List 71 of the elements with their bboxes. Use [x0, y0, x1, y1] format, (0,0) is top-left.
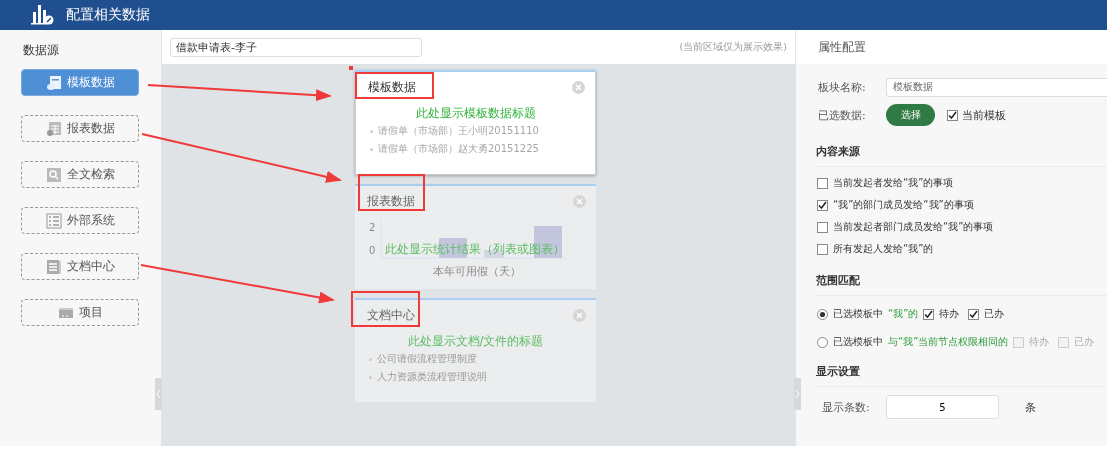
radio-label: 已选模板中	[833, 307, 883, 321]
radio-button[interactable]	[817, 308, 828, 320]
block-name-field[interactable]: 模板数据	[886, 77, 1107, 97]
bullet-icon	[369, 357, 372, 361]
scope-highlight: “我”的	[888, 307, 919, 321]
checkbox[interactable]	[817, 199, 828, 211]
checkbox[interactable]	[968, 308, 980, 320]
table-icon	[45, 120, 62, 137]
app-title: 配置相关数据	[66, 6, 150, 24]
source-button[interactable]: 文档中心	[21, 253, 139, 280]
field-label: 已选数据:	[818, 107, 867, 123]
section-heading: 范围匹配	[816, 273, 1107, 296]
database-icon	[45, 74, 62, 91]
preview-note: (当前区域仅为展示效果)	[679, 40, 787, 54]
field-label: 显示条数:	[821, 399, 871, 415]
axis-tick: 2	[369, 222, 376, 233]
radio-label: 已选模板中	[833, 335, 883, 349]
bullet-icon	[370, 129, 373, 133]
checkbox-label: 已办	[1074, 335, 1095, 349]
select-button[interactable]: 选择	[886, 104, 935, 126]
search-icon	[45, 166, 62, 183]
document-icon	[45, 258, 62, 275]
form-name-field[interactable]: 借款申请表-李子	[170, 37, 422, 57]
collapse-handle[interactable]	[794, 378, 801, 410]
checkbox[interactable]	[817, 243, 828, 255]
checkbox[interactable]	[947, 109, 958, 121]
panel-title: 属性配置	[796, 30, 1107, 64]
checkbox-label: 待办	[939, 307, 960, 321]
list-item: 公司请假流程管理制度	[377, 352, 477, 366]
axis-tick: 0	[369, 245, 376, 256]
checkbox[interactable]	[923, 308, 935, 320]
section-heading: 显示设置	[816, 364, 1107, 387]
list-item: 人力资源类流程管理说明	[377, 370, 487, 384]
placeholder-hint: 此处显示模板数据标题	[414, 106, 537, 121]
bullet-icon	[370, 147, 373, 151]
checkbox-label: 当前发起者发给“我”的事项	[833, 176, 954, 190]
card-title: 文档中心	[367, 307, 415, 324]
list-icon	[45, 212, 62, 229]
section-heading: 内容来源	[816, 144, 1107, 167]
count-field[interactable]: 5	[886, 395, 999, 419]
chart-caption: 本年可用假（天）	[431, 264, 522, 279]
section-title: 数据源	[23, 42, 60, 59]
preview-card[interactable]: 文档中心 此处显示文档/文件的标题 公司请假流程管理制度 人力资源类流程管理说明	[355, 298, 596, 402]
source-button[interactable]: 外部系统	[21, 207, 139, 234]
source-button[interactable]: 全文检索	[21, 161, 139, 188]
preview-card[interactable]: 模板数据 此处显示模板数据标题 请假单（市场部）王小明20151110 请假单（市场部）赵大勇20151225	[355, 70, 596, 175]
chart-logo-icon	[30, 4, 54, 26]
placeholder-hint: 此处显示文档/文件的标题	[406, 334, 545, 349]
list-item: 请假单（市场部）赵大勇20151225	[378, 142, 539, 156]
scope-highlight: 与“我”当前节点权限相同的	[888, 335, 1009, 349]
card-title: 报表数据	[367, 193, 415, 210]
source-button[interactable]: 项目	[21, 299, 139, 326]
field-label: 板块名称:	[818, 79, 867, 95]
source-button[interactable]: 报表数据	[21, 115, 139, 142]
checkbox-label: “我”的部门成员发给“我”的事项	[833, 198, 974, 212]
checkbox-label: 当前发起者部门成员发给“我”的事项	[833, 220, 994, 234]
highlight-frame	[351, 291, 420, 327]
card-title: 模板数据	[368, 79, 416, 96]
highlight-frame	[358, 174, 425, 211]
checkbox-label: 所有发起人发给“我”的	[833, 242, 934, 256]
placeholder-hint: 此处显示统计结果（列表或图表）	[385, 242, 565, 257]
unit-label: 条	[1025, 399, 1036, 415]
list-item: 请假单（市场部）王小明20151110	[378, 124, 539, 138]
checkbox[interactable]	[817, 221, 828, 233]
checkbox[interactable]	[817, 177, 828, 189]
checkbox-label: 待办	[1029, 335, 1050, 349]
checkbox-label: 当前模板	[962, 107, 1006, 123]
radio-button[interactable]	[817, 336, 828, 348]
checkbox-label: 已办	[984, 307, 1005, 321]
preview-card[interactable]: 报表数据 2 0 此处显示统计结果（列表或图表） 本年可用假（天）	[355, 184, 596, 289]
bullet-icon	[369, 375, 372, 379]
